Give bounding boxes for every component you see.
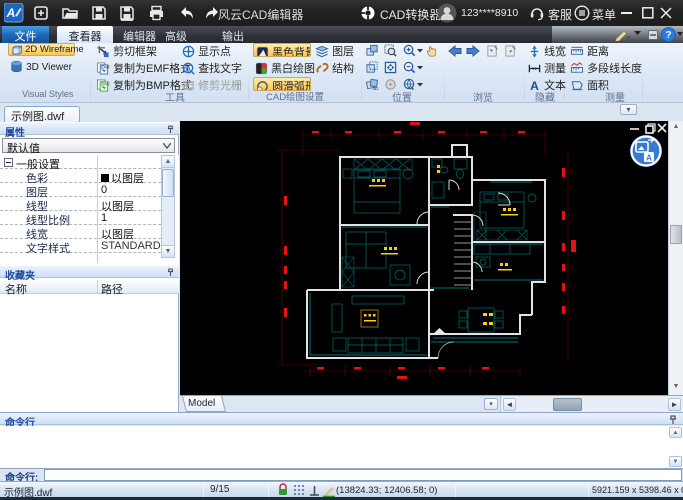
svg-text:BMP: BMP [101, 82, 110, 87]
svg-text:EMF: EMF [101, 65, 110, 70]
svg-text:?: ? [665, 30, 671, 41]
svg-text:3D: 3D [373, 86, 380, 91]
svg-text:A: A [646, 154, 652, 163]
svg-text:A: A [185, 63, 191, 72]
svg-text:A: A [6, 6, 16, 20]
